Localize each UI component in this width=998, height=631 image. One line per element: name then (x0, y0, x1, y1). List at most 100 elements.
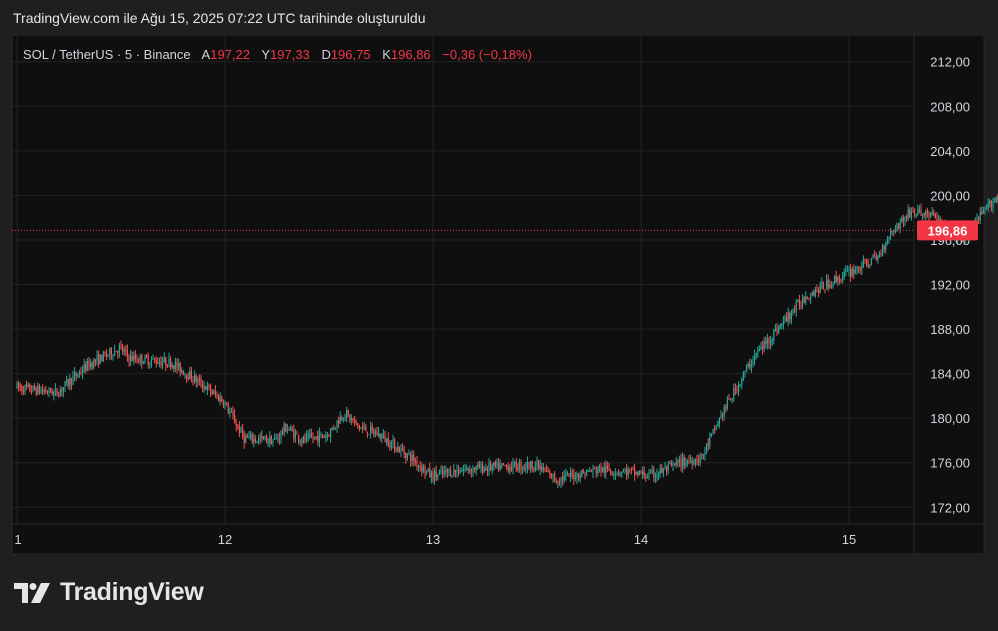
candle-body (214, 390, 216, 395)
candle-body (899, 221, 901, 229)
candle-body (827, 279, 829, 288)
candle-body (278, 438, 280, 440)
candle-body (523, 467, 525, 469)
candle-body (270, 436, 272, 445)
candle-body (819, 284, 821, 293)
brand-logo[interactable]: TradingView (14, 578, 204, 607)
candle-body (672, 462, 674, 466)
candle-body (197, 379, 199, 382)
candle-body (442, 469, 444, 474)
candle-body (72, 376, 74, 386)
candle-body (251, 434, 253, 442)
candle-body (530, 460, 532, 468)
candle-body (742, 372, 744, 380)
candle-body (866, 259, 868, 264)
candle-body (638, 471, 640, 476)
candle-body (264, 436, 266, 440)
candle-body (46, 391, 48, 393)
candle-body (854, 269, 856, 273)
candle-body (784, 316, 786, 322)
candle-body (266, 436, 268, 443)
candle-body (32, 385, 34, 391)
candle-body (802, 297, 804, 305)
candle-body (437, 474, 439, 478)
candle-body (917, 209, 919, 215)
candle-body (320, 433, 322, 435)
candle-body (702, 453, 704, 455)
candle-body (618, 473, 620, 475)
candle-body (822, 282, 824, 290)
candle-body (309, 434, 311, 436)
candle-body (922, 213, 924, 216)
candle-body (126, 350, 128, 356)
candle-body (514, 461, 516, 463)
candle-body (907, 208, 909, 219)
candle-body (482, 464, 484, 473)
candle-body (206, 385, 208, 390)
candle-body (288, 429, 290, 431)
candle-body (130, 355, 132, 362)
candle-body (477, 464, 479, 467)
candle-body (274, 438, 276, 440)
candle-body (933, 211, 935, 216)
candle-body (653, 469, 655, 478)
candle-body (531, 460, 533, 470)
candle-body (570, 472, 572, 477)
candle-body (22, 390, 24, 393)
candle-body (139, 355, 141, 362)
candle-body (797, 300, 799, 302)
candle-body (616, 472, 618, 474)
candle-body (101, 354, 103, 362)
candle-body (610, 470, 612, 473)
candle-body (106, 353, 108, 356)
candle-body (219, 397, 221, 402)
candle-body (242, 427, 244, 436)
candle-body (302, 436, 304, 443)
candle-body (562, 476, 564, 481)
candle-body (37, 385, 39, 394)
candle-body (813, 292, 815, 296)
candle-body (918, 209, 920, 211)
candle-body (211, 392, 213, 394)
candle-body (422, 466, 424, 473)
candle-body (698, 460, 700, 462)
candle-body (42, 389, 44, 392)
candle-body (371, 426, 373, 430)
candle-body (262, 436, 264, 439)
candle-body (162, 362, 164, 365)
candle-body (299, 441, 301, 443)
candle-body (509, 467, 511, 472)
candle-body (290, 427, 292, 430)
candle-body (424, 467, 426, 474)
candle-body (62, 386, 64, 392)
candle-body (66, 379, 68, 382)
candle-body (674, 463, 676, 465)
candle-body (294, 433, 296, 438)
candle-body (61, 389, 63, 391)
candle-body (834, 276, 836, 284)
candle-body (394, 439, 396, 451)
candle-body (189, 371, 191, 380)
candle-body (730, 399, 732, 401)
candle-body (408, 453, 410, 455)
candle-body (773, 330, 775, 341)
price-chart[interactable]: 212,00208,00204,00200,00196,00192,00188,… (0, 0, 998, 631)
candle-body (131, 356, 133, 361)
candle-body (750, 364, 752, 368)
candle-body (51, 391, 53, 395)
candle-body (491, 465, 493, 470)
candle-body (432, 473, 434, 481)
candle-body (838, 278, 840, 280)
candle-body (848, 269, 850, 271)
candle-body (760, 346, 762, 350)
candle-body (56, 387, 58, 395)
candle-body (400, 447, 402, 452)
y-tick-label: 204,00 (930, 144, 970, 159)
candle-body (250, 434, 252, 437)
tradingview-logo-icon (14, 582, 50, 603)
legend-close-label: K (382, 47, 391, 62)
candle-body (216, 394, 218, 396)
y-tick-label: 212,00 (930, 55, 970, 70)
candle-body (915, 214, 917, 216)
candle-body (923, 214, 925, 216)
